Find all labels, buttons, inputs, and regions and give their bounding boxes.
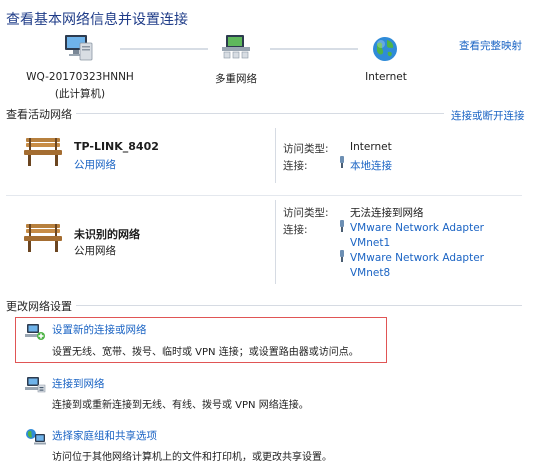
ethernet-icon [338, 156, 346, 168]
map-connector-line [270, 48, 358, 50]
access-type-value: 无法连接到网络 [350, 207, 424, 219]
page-title: 查看基本网络信息并设置连接 [6, 12, 188, 28]
computer-subtitle: (此计算机) [54, 88, 106, 100]
multiple-networks-label: 多重网络 [215, 73, 257, 85]
vertical-divider [275, 128, 276, 183]
map-connector-line [120, 48, 208, 50]
network-type-link[interactable]: 公用网络 [74, 157, 116, 172]
new-connection-icon [24, 322, 46, 342]
ethernet-icon [338, 250, 346, 262]
homegroup-sharing-link[interactable]: 选择家庭组和共享选项 [52, 428, 157, 443]
connections-label: 连接: [283, 160, 308, 172]
connect-disconnect-link[interactable]: 连接或断开连接 [451, 108, 525, 123]
change-settings-title: 更改网络设置 [6, 300, 72, 313]
network-name: 未识别的网络 [74, 228, 140, 241]
connect-to-network-link[interactable]: 连接到网络 [52, 376, 105, 391]
internet-label: Internet [365, 71, 407, 83]
connect-network-icon [24, 375, 46, 395]
access-type-label: 访问类型: [283, 207, 329, 219]
section-divider [76, 305, 522, 306]
vertical-divider [275, 200, 276, 284]
active-networks-title: 查看活动网络 [6, 108, 72, 121]
ethernet-icon [338, 220, 346, 232]
multiple-networks-icon [219, 33, 253, 63]
internet-globe-icon [371, 35, 399, 63]
access-type-value: Internet [350, 141, 392, 153]
full-map-link[interactable]: 查看完整映射 [459, 38, 522, 53]
setting-description: 连接到或重新连接到无线、有线、拨号或 VPN 网络连接。 [52, 400, 309, 411]
bench-icon [22, 136, 64, 168]
vmnet1-adapter-link[interactable]: VMware Network Adapter [350, 222, 484, 234]
vmnet8-adapter-link-cont[interactable]: VMnet8 [350, 267, 390, 279]
network-type: 公用网络 [74, 245, 116, 257]
bench-icon [22, 222, 64, 254]
setup-new-connection-link[interactable]: 设置新的连接或网络 [52, 322, 147, 337]
setting-description: 访问位于其他网络计算机上的文件和打印机，或更改共享设置。 [52, 452, 332, 463]
vmnet8-adapter-link[interactable]: VMware Network Adapter [350, 252, 484, 264]
computer-icon [60, 32, 94, 64]
section-divider [76, 113, 444, 114]
homegroup-icon [24, 427, 46, 447]
computer-name: WQ-20170323HNNH [26, 71, 134, 83]
setting-description: 设置无线、宽带、拨号、临时或 VPN 连接；或设置路由器或访问点。 [52, 347, 359, 358]
connections-label: 连接: [283, 224, 308, 236]
network-name: TP-LINK_8402 [74, 140, 159, 153]
access-type-label: 访问类型: [283, 143, 329, 155]
vmnet1-adapter-link-cont[interactable]: VMnet1 [350, 237, 390, 249]
local-connection-link[interactable]: 本地连接 [350, 158, 392, 173]
network-divider [6, 195, 522, 196]
